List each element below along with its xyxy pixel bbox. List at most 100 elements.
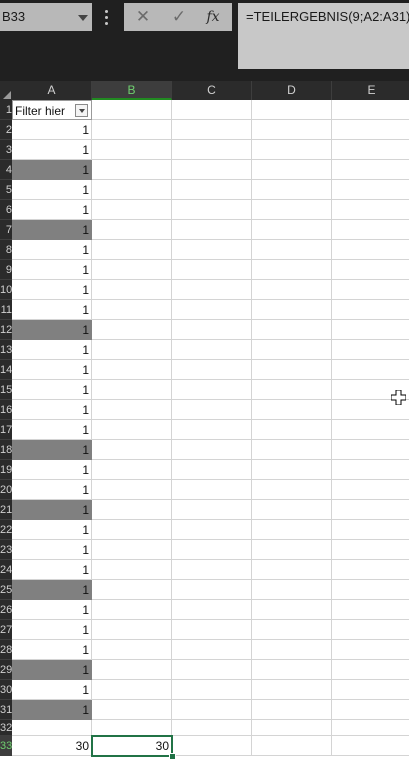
cell-value: 1 [82, 443, 89, 457]
row-header-14[interactable]: 14 [0, 360, 12, 380]
cell-a21[interactable]: 1 [12, 500, 92, 520]
cell-value: 1 [82, 563, 89, 577]
row-header-32[interactable]: 32 [0, 720, 12, 736]
cell-value: 1 [82, 623, 89, 637]
cell-a20[interactable]: 1 [12, 480, 92, 500]
cell-a31[interactable]: 1 [12, 700, 92, 720]
name-box[interactable]: B33 [0, 3, 92, 31]
row-header-28[interactable]: 28 [0, 640, 12, 660]
column-header-d[interactable]: D [252, 81, 332, 100]
cell-a12[interactable]: 1 [12, 320, 92, 340]
row-header-21[interactable]: 21 [0, 500, 12, 520]
fx-label: fx [206, 9, 220, 25]
cell-a22[interactable]: 1 [12, 520, 92, 540]
formula-input[interactable]: =TEILERGEBNIS(9;A2:A31) [238, 3, 409, 69]
row-header-5[interactable]: 5 [0, 180, 12, 200]
cell-a30[interactable]: 1 [12, 680, 92, 700]
cell-a11[interactable]: 1 [12, 300, 92, 320]
row-header-13[interactable]: 13 [0, 340, 12, 360]
row-header-7[interactable]: 7 [0, 220, 12, 240]
cell-a16[interactable]: 1 [12, 400, 92, 420]
cell-a23[interactable]: 1 [12, 540, 92, 560]
cell-a25[interactable]: 1 [12, 580, 92, 600]
cell-value: 1 [82, 463, 89, 477]
row-header-10[interactable]: 10 [0, 280, 12, 300]
row-header-33[interactable]: 33 [0, 736, 12, 756]
row-header-26[interactable]: 26 [0, 600, 12, 620]
cell-a13[interactable]: 1 [12, 340, 92, 360]
cell-a26[interactable]: 1 [12, 600, 92, 620]
cell-a18[interactable]: 1 [12, 440, 92, 460]
cell-value: 1 [82, 643, 89, 657]
cell-value: 1 [82, 683, 89, 697]
fill-handle[interactable] [169, 753, 176, 760]
cell-a14[interactable]: 1 [12, 360, 92, 380]
cell-a33[interactable]: 30 [12, 736, 92, 756]
cell-a15[interactable]: 1 [12, 380, 92, 400]
cell-value: 1 [82, 263, 89, 277]
column-header-e[interactable]: E [332, 81, 409, 100]
enter-button[interactable]: ✓ [162, 3, 196, 31]
row-header-30[interactable]: 30 [0, 680, 12, 700]
row-header-18[interactable]: 18 [0, 440, 12, 460]
row-header-31[interactable]: 31 [0, 700, 12, 720]
row-header-15[interactable]: 15 [0, 380, 12, 400]
cell-a19[interactable]: 1 [12, 460, 92, 480]
cell-a27[interactable]: 1 [12, 620, 92, 640]
row-header-6[interactable]: 6 [0, 200, 12, 220]
cell-a4[interactable]: 1 [12, 160, 92, 180]
row-header-24[interactable]: 24 [0, 560, 12, 580]
row-header-2[interactable]: 2 [0, 120, 12, 140]
cell-a6[interactable]: 1 [12, 200, 92, 220]
cell-a5[interactable]: 1 [12, 180, 92, 200]
cell-a9[interactable]: 1 [12, 260, 92, 280]
cell-a17[interactable]: 1 [12, 420, 92, 440]
row-header-11[interactable]: 11 [0, 300, 12, 320]
row-header-27[interactable]: 27 [0, 620, 12, 640]
cell-value: 1 [82, 143, 89, 157]
cell-value: 1 [82, 243, 89, 257]
insert-function-button[interactable]: fx [196, 3, 230, 31]
cancel-button[interactable]: ✕ [126, 3, 160, 31]
cell-value: 1 [82, 363, 89, 377]
row-header-4[interactable]: 4 [0, 160, 12, 180]
row-header-12[interactable]: 12 [0, 320, 12, 340]
column-header-b[interactable]: B [92, 81, 172, 100]
row-header-3[interactable]: 3 [0, 140, 12, 160]
chevron-down-icon[interactable] [78, 15, 88, 21]
row-header-29[interactable]: 29 [0, 660, 12, 680]
row-header-17[interactable]: 17 [0, 420, 12, 440]
worksheet-grid[interactable]: Filter hier 1 1 1 1 1 1 1 1 1 1 1 1 1 1 1 1 1 1 1 1 1 1 1 1 1 1 1 1 1… [12, 100, 409, 760]
cell-a32[interactable] [12, 720, 92, 736]
more-options-icon[interactable] [101, 9, 111, 25]
filter-header-cell[interactable]: Filter hier [12, 100, 92, 120]
row-header-9[interactable]: 9 [0, 260, 12, 280]
cell-a3[interactable]: 1 [12, 140, 92, 160]
row-header-25[interactable]: 25 [0, 580, 12, 600]
cell-value: 1 [82, 703, 89, 717]
check-icon: ✓ [171, 7, 187, 26]
select-all-button[interactable] [0, 81, 12, 100]
row-header-23[interactable]: 23 [0, 540, 12, 560]
cell-a29[interactable]: 1 [12, 660, 92, 680]
cell-a8[interactable]: 1 [12, 240, 92, 260]
column-header-a[interactable]: A [12, 81, 92, 100]
cell-a2[interactable]: 1 [12, 120, 92, 140]
column-header-row: ABCDE [0, 81, 409, 100]
row-header-19[interactable]: 19 [0, 460, 12, 480]
row-header-1[interactable]: 1 [0, 100, 12, 120]
cell-a24[interactable]: 1 [12, 560, 92, 580]
row-header-16[interactable]: 16 [0, 400, 12, 420]
cell-a10[interactable]: 1 [12, 280, 92, 300]
row-header-8[interactable]: 8 [0, 240, 12, 260]
cell-value: Filter hier [15, 104, 66, 118]
filter-dropdown-icon[interactable] [75, 104, 88, 117]
cell-value: 1 [82, 323, 89, 337]
cell-a7[interactable]: 1 [12, 220, 92, 240]
cell-value: 1 [82, 383, 89, 397]
cell-a28[interactable]: 1 [12, 640, 92, 660]
row-header-20[interactable]: 20 [0, 480, 12, 500]
row-header-22[interactable]: 22 [0, 520, 12, 540]
cell-value: 1 [82, 163, 89, 177]
column-header-c[interactable]: C [172, 81, 252, 100]
